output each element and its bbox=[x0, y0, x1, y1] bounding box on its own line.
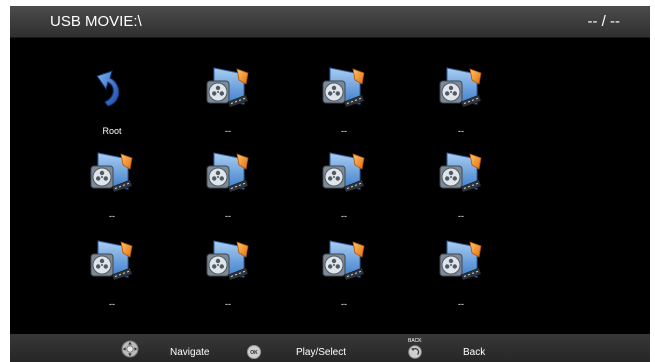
movie-browser-screen: USB MOVIE:\ -- / -- Root -- -- -- -- -- -- -- --… bbox=[10, 6, 650, 362]
movie-file-icon bbox=[206, 152, 249, 193]
movie-file-icon bbox=[439, 152, 482, 193]
tile-label: -- bbox=[109, 211, 115, 221]
movie-file-tile[interactable]: -- bbox=[413, 64, 509, 156]
tile-label: -- bbox=[341, 211, 347, 221]
movie-file-tile[interactable]: -- bbox=[64, 149, 160, 241]
movie-file-tile[interactable]: -- bbox=[64, 237, 160, 329]
tile-label: Root bbox=[102, 126, 122, 136]
movie-file-tile[interactable]: -- bbox=[296, 149, 392, 241]
back-button-icon bbox=[408, 345, 422, 359]
movie-file-icon bbox=[439, 240, 482, 281]
tile-label: -- bbox=[109, 299, 115, 309]
movie-file-tile[interactable]: -- bbox=[413, 237, 509, 329]
movie-file-icon bbox=[322, 67, 365, 108]
movie-file-tile[interactable]: -- bbox=[180, 64, 276, 156]
root-folder-tile[interactable]: Root bbox=[64, 64, 160, 156]
movie-file-icon bbox=[90, 152, 133, 193]
movie-file-icon bbox=[206, 67, 249, 108]
tile-label: -- bbox=[225, 299, 231, 309]
play-select-hint-label: Play/Select bbox=[296, 347, 347, 358]
movie-file-icon bbox=[322, 240, 365, 281]
movie-file-tile[interactable]: -- bbox=[180, 149, 276, 241]
dpad-navigate-icon bbox=[121, 340, 139, 358]
tile-label: -- bbox=[341, 126, 347, 136]
movie-file-tile[interactable]: -- bbox=[296, 64, 392, 156]
tile-label: -- bbox=[341, 299, 347, 309]
tile-label: -- bbox=[458, 211, 464, 221]
movie-file-tile[interactable]: -- bbox=[413, 149, 509, 241]
back-hint-label: Back bbox=[463, 347, 486, 358]
movie-file-icon bbox=[439, 67, 482, 108]
navigate-hint-label: Navigate bbox=[170, 347, 210, 358]
tile-label: -- bbox=[225, 126, 231, 136]
movie-file-icon bbox=[322, 152, 365, 193]
back-button-caption: BACK bbox=[408, 338, 422, 344]
movie-file-tile[interactable]: -- bbox=[296, 237, 392, 329]
file-grid: Root -- -- -- -- -- -- -- -- -- -- -- bbox=[10, 6, 650, 326]
tile-label: -- bbox=[225, 211, 231, 221]
back-arrow-icon bbox=[96, 70, 120, 107]
footer-hint-bar: Navigate OK Play/Select BACK Back bbox=[10, 334, 650, 362]
movie-file-icon bbox=[90, 240, 133, 281]
tile-label: -- bbox=[458, 126, 464, 136]
movie-file-icon bbox=[206, 240, 249, 281]
ok-button-icon: OK bbox=[247, 345, 261, 359]
movie-file-tile[interactable]: -- bbox=[180, 237, 276, 329]
tile-label: -- bbox=[458, 299, 464, 309]
